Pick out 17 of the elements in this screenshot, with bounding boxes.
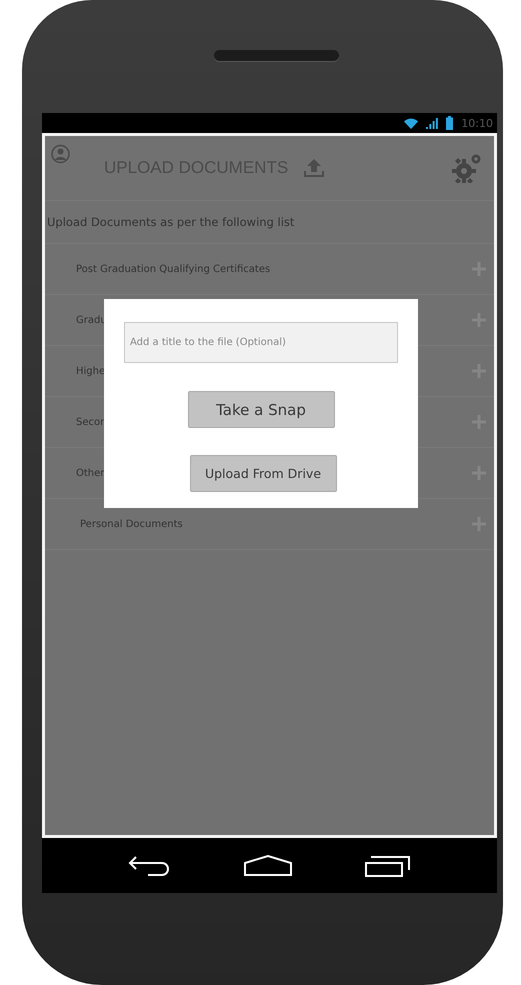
upload-drive-button[interactable]: Upload From Drive bbox=[190, 455, 336, 492]
upload-icon[interactable] bbox=[304, 158, 324, 178]
battery-icon bbox=[446, 116, 454, 130]
user-avatar-icon[interactable] bbox=[51, 144, 70, 164]
signal-icon bbox=[426, 118, 438, 128]
settings-icon[interactable] bbox=[452, 153, 482, 183]
document-label: Highe bbox=[76, 366, 106, 376]
document-label: Other bbox=[76, 468, 104, 478]
recent-apps-icon[interactable] bbox=[364, 854, 411, 876]
home-icon[interactable] bbox=[244, 854, 292, 876]
document-label: Post Graduation Qualifying Certificates bbox=[76, 264, 270, 274]
snap-button[interactable]: Take a Snap bbox=[188, 391, 334, 428]
intro-text: Upload Documents as per the following list bbox=[45, 201, 494, 244]
title-input-field[interactable]: Add a title to the file (Optional) bbox=[124, 322, 398, 363]
document-label: Personal Documents bbox=[80, 518, 183, 530]
status-time: 10:10 bbox=[461, 116, 493, 130]
wifi-icon bbox=[404, 118, 418, 128]
